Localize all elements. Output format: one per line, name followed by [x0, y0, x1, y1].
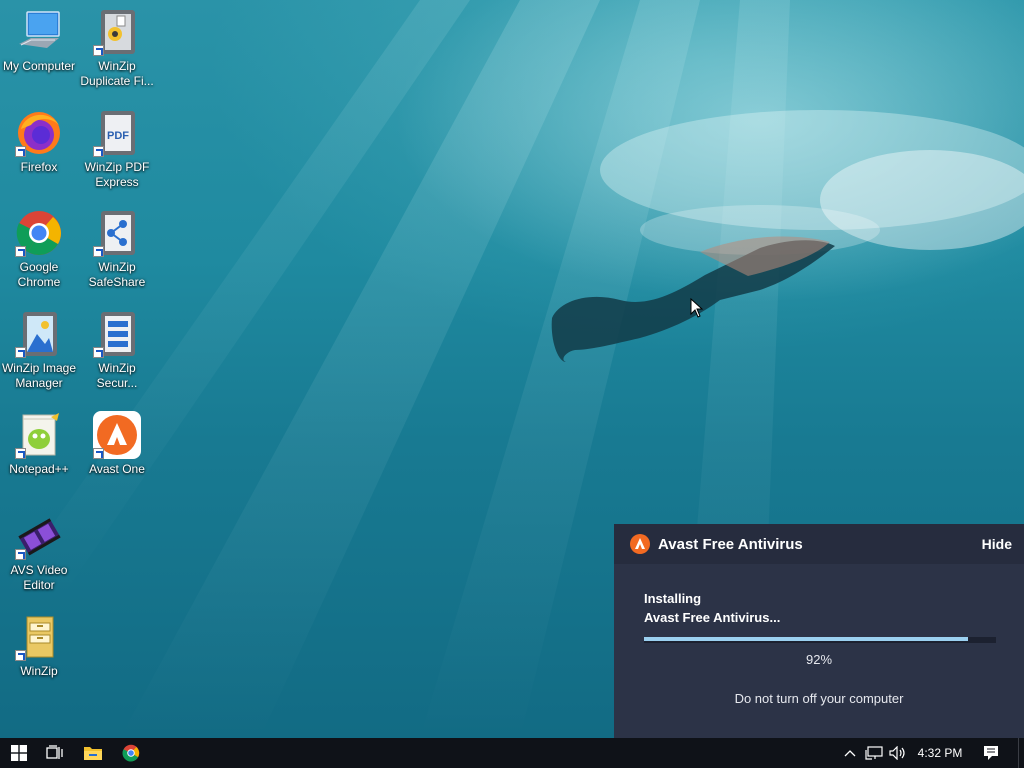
taskbar-clock[interactable]: 4:32 PM — [912, 738, 968, 768]
desktop-icon-winzip-image-manager[interactable]: WinZip Image Manager — [0, 310, 78, 391]
folder-icon — [84, 747, 102, 760]
windows-logo-icon — [11, 745, 27, 761]
task-view-button[interactable] — [36, 738, 74, 768]
desktop-icon-label: WinZip — [20, 664, 58, 678]
pdf-icon-text: PDF — [107, 130, 129, 142]
firefox-icon — [15, 109, 63, 157]
volume-button[interactable] — [886, 738, 910, 768]
avast-logo-icon — [630, 534, 650, 554]
avast-panel-title: Avast Free Antivirus — [658, 536, 803, 553]
desktop-icon-label: Avast One — [89, 462, 145, 476]
file-explorer-button[interactable] — [74, 738, 112, 768]
desktop-icon-label: WinZip PDF Express — [84, 160, 150, 189]
image-manager-icon — [15, 310, 63, 358]
desktop-icon-label: WinZip SafeShare — [88, 260, 146, 289]
computer-icon — [15, 8, 63, 56]
install-progress-fill — [644, 637, 968, 641]
install-progress-bar — [644, 637, 996, 643]
speaker-icon — [889, 746, 905, 760]
chrome-taskbar-button[interactable] — [112, 738, 150, 768]
desktop-icon-label: WinZip Image Manager — [1, 361, 77, 390]
desktop-icon-label: Google Chrome — [17, 260, 61, 289]
avast-panel-header: Avast Free Antivirus Hide — [614, 524, 1024, 564]
hide-button[interactable]: Hide — [982, 536, 1012, 552]
desktop-icon-label: Notepad++ — [9, 462, 69, 476]
start-button[interactable] — [0, 738, 38, 768]
chrome-icon — [15, 209, 63, 257]
desktop-icon-label: My Computer — [2, 59, 76, 73]
desktop-icon-winzip-secure[interactable]: WinZip Secur... — [78, 310, 156, 391]
mouse-cursor-icon — [690, 298, 704, 318]
pdf-icon: PDF — [93, 109, 141, 157]
desktop-icon-firefox[interactable]: Firefox — [0, 109, 78, 175]
chrome-icon — [122, 744, 140, 762]
avast-install-panel: Avast Free Antivirus Hide Installing Ava… — [614, 524, 1024, 738]
winzip-icon — [15, 613, 63, 661]
desktop-icon-label: Firefox — [20, 160, 58, 174]
task-view-icon — [46, 745, 63, 759]
show-desktop-button[interactable] — [1018, 738, 1024, 768]
desktop-icon-label: AVS Video Editor — [10, 563, 68, 592]
desktop-icon-winzip-duplicate[interactable]: WinZip Duplicate Fi... — [78, 8, 156, 89]
desktop-icon-google-chrome[interactable]: Google Chrome — [0, 209, 78, 290]
taskbar: 4:32 PM — [0, 738, 1024, 768]
winzip-duplicate-icon — [93, 8, 141, 56]
show-hidden-icons-button[interactable] — [840, 738, 860, 768]
action-center-button[interactable] — [978, 738, 1004, 768]
network-icon — [865, 746, 883, 760]
desktop-icon-avs-video-editor[interactable]: AVS Video Editor — [0, 512, 78, 593]
share-icon — [93, 209, 141, 257]
desktop-icon-label: WinZip Duplicate Fi... — [80, 59, 154, 88]
chevron-up-icon — [844, 750, 856, 757]
desktop-icon-notepad-plus-plus[interactable]: Notepad++ — [0, 411, 78, 477]
desktop-icon-winzip[interactable]: WinZip — [0, 613, 78, 679]
desktop-icon-avast-one[interactable]: Avast One — [78, 411, 156, 477]
video-editor-icon — [15, 512, 63, 560]
desktop-icon-my-computer[interactable]: My Computer — [0, 8, 78, 74]
avast-icon — [93, 411, 141, 459]
desktop-icon-label: WinZip Secur... — [96, 361, 138, 390]
desktop-icon-winzip-safeshare[interactable]: WinZip SafeShare — [78, 209, 156, 290]
install-product-label: Avast Free Antivirus... — [644, 610, 781, 625]
notification-icon — [984, 746, 998, 760]
secure-icon — [93, 310, 141, 358]
desktop-icon-winzip-pdf-express[interactable]: PDF WinZip PDF Express — [78, 109, 156, 190]
install-warning-note: Do not turn off your computer — [734, 691, 904, 706]
notepad-plus-plus-icon — [15, 411, 63, 459]
install-status-label: Installing — [644, 591, 702, 606]
install-progress-percent: 92% — [805, 652, 833, 667]
network-button[interactable] — [862, 738, 886, 768]
